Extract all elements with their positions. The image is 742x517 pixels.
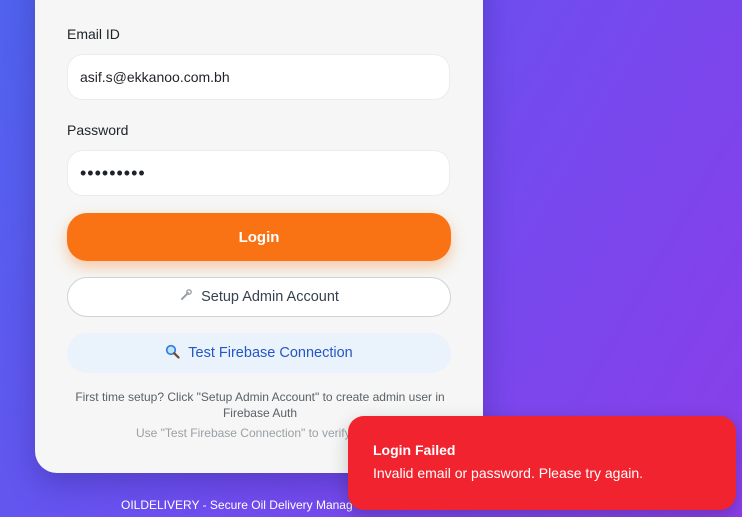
password-mask: •••••••••: [80, 162, 146, 183]
setup-admin-label: Setup Admin Account: [201, 289, 339, 305]
email-label: Email ID: [67, 26, 120, 42]
login-button-label: Login: [238, 228, 280, 246]
email-field[interactable]: [67, 54, 450, 100]
test-firebase-label: Test Firebase Connection: [188, 345, 353, 361]
wrench-icon: [179, 288, 193, 306]
toast-title: Login Failed: [373, 442, 456, 458]
login-button[interactable]: Login: [67, 213, 451, 261]
password-label: Password: [67, 122, 129, 138]
toast-message: Invalid email or password. Please try ag…: [373, 465, 644, 481]
password-field[interactable]: •••••••••: [67, 150, 450, 196]
test-firebase-button[interactable]: Test Firebase Connection: [67, 333, 451, 373]
magnifier-icon: [165, 344, 180, 363]
error-toast[interactable]: Login Failed Invalid email or password. …: [348, 416, 736, 510]
footer-text: OILDELIVERY - Secure Oil Delivery Manag: [121, 498, 353, 512]
setup-admin-button[interactable]: Setup Admin Account: [67, 277, 451, 317]
